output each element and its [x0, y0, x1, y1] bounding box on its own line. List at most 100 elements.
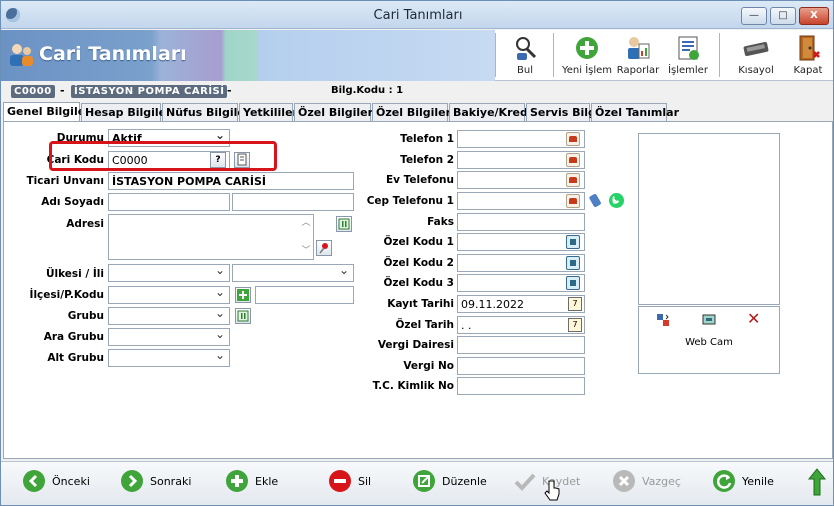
swap-icon[interactable]: [655, 312, 671, 328]
first-name-input[interactable]: [108, 193, 230, 211]
phone-icon[interactable]: [566, 132, 580, 146]
scroll-top-icon[interactable]: [807, 467, 827, 497]
tax-number-input[interactable]: [457, 357, 585, 375]
special-date-input[interactable]: . .: [457, 316, 585, 334]
next-label: Sonraki: [150, 475, 192, 488]
tab-hesap-bilgileri[interactable]: Hesap Bilgileri: [81, 103, 175, 122]
photo-area[interactable]: [638, 133, 780, 305]
main-window: Cari Tanımları — □ X Cari Tanımları Bul: [0, 0, 834, 506]
plus-icon: [226, 470, 248, 492]
new-transaction-label: Yeni İşlem: [561, 65, 613, 76]
tab-bakiye-kredi[interactable]: Bakiye/Kredi: [449, 103, 532, 122]
tab-servis-bilg[interactable]: Servis Bilg.: [526, 103, 600, 122]
operations-button[interactable]: İşlemler: [665, 32, 711, 79]
add-icon: [576, 37, 598, 59]
close-form-button[interactable]: Kapat: [787, 32, 829, 79]
cancel-label: Vazgeç: [642, 475, 681, 488]
tab-label: Servis Bilg.: [530, 106, 601, 119]
calendar-icon[interactable]: [568, 318, 582, 332]
refresh-label: Yenile: [742, 475, 774, 488]
tax-office-input[interactable]: [457, 336, 585, 354]
trade-name-input[interactable]: İSTASYON POMPA CARİSİ: [108, 172, 354, 190]
close-form-label: Kapat: [793, 65, 823, 76]
tax-number-label: Vergi No: [403, 360, 454, 372]
shortcut-button[interactable]: Kısayol: [733, 32, 779, 79]
add-district-icon[interactable]: [235, 287, 251, 303]
tab-label: Yetkililer: [243, 106, 298, 119]
close-button[interactable]: X: [799, 7, 829, 25]
bilg-kodu-text: Bilg.Kodu : 1: [331, 85, 404, 96]
cancel-icon: [613, 470, 635, 492]
find-button[interactable]: Bul: [504, 32, 546, 79]
address-label: Adresi: [66, 218, 104, 230]
tax-office-label: Vergi Dairesi: [377, 339, 454, 351]
toolbar-separator: [719, 33, 721, 77]
tab-nufus-bilgileri[interactable]: Nüfus Bilgileri: [162, 103, 254, 122]
lookup-card-icon[interactable]: [566, 276, 580, 290]
edit-icon: [413, 470, 435, 492]
country-select[interactable]: [108, 264, 230, 282]
header-banner: Cari Tanımları: [1, 30, 495, 81]
group-select[interactable]: [108, 307, 230, 325]
sms-icon[interactable]: [588, 192, 604, 208]
minimize-button[interactable]: —: [741, 7, 767, 25]
search-person-icon: [516, 37, 537, 60]
tab-label: Genel Bilgiler: [7, 105, 91, 118]
special-date-label: Özel Tarih: [395, 319, 454, 331]
home-phone-label: Ev Telefonu: [385, 174, 454, 186]
lookup-card-icon[interactable]: [566, 256, 580, 270]
report-icon: [628, 37, 650, 59]
tab-yetkililer[interactable]: Yetkililer: [239, 103, 298, 122]
group-label: Grubu: [67, 310, 104, 322]
customer-icon: [10, 44, 33, 66]
address-textarea[interactable]: ︿ ﹀: [108, 214, 314, 260]
phone1-label: Telefon 1: [400, 133, 454, 145]
separator-dash: -: [227, 84, 232, 97]
toolbar-separator: [553, 33, 555, 77]
address-scrollbar[interactable]: ︿ ﹀: [300, 216, 312, 258]
webcam-box: ✕ Web Cam: [638, 306, 780, 374]
phone-icon[interactable]: [566, 153, 580, 167]
fax-input[interactable]: [457, 213, 585, 231]
lower-group-select[interactable]: [108, 349, 230, 367]
mouse-cursor-icon: [544, 480, 560, 501]
national-id-input[interactable]: [457, 377, 585, 395]
phone-icon[interactable]: [566, 173, 580, 187]
edit-label: Düzenle: [442, 475, 487, 488]
arrow-left-icon: [23, 470, 45, 492]
general-info-panel: Durumu Aktif Cari Kodu C0000 ? Ticari Un…: [3, 121, 833, 459]
highlight-box: [49, 141, 277, 171]
tab-ozel-bilgiler-1[interactable]: Özel Bilgiler 1: [294, 103, 385, 122]
record-date-input[interactable]: 09.11.2022: [457, 295, 585, 313]
phone2-label: Telefon 2: [400, 154, 454, 166]
tab-ozel-tanimlar[interactable]: Özel Tanımlar: [591, 103, 679, 122]
record-name-badge: İSTASYON POMPA CARİSİ: [71, 85, 228, 98]
operations-label: İşlemler: [668, 65, 708, 76]
shortcut-label: Kısayol: [738, 65, 774, 76]
phone-icon[interactable]: [566, 194, 580, 208]
national-id-label: T.C. Kimlik No: [372, 380, 454, 392]
group-list-icon[interactable]: [235, 308, 251, 324]
reports-button[interactable]: Raporlar: [615, 32, 661, 79]
special-code3-label: Özel Kodu 3: [383, 277, 454, 289]
remove-photo-icon[interactable]: ✕: [747, 309, 760, 328]
record-date-label: Kayıt Tarihi: [387, 298, 454, 310]
calendar-icon[interactable]: [568, 297, 582, 311]
sub-group-select[interactable]: [108, 328, 230, 346]
lookup-card-icon[interactable]: [566, 235, 580, 249]
refresh-icon: [713, 470, 735, 492]
special-code2-label: Özel Kodu 2: [383, 257, 454, 269]
mobile-phone-label: Cep Telefonu 1: [366, 195, 454, 207]
reports-label: Raporlar: [616, 65, 660, 76]
district-select[interactable]: [108, 286, 230, 304]
webcam-icon[interactable]: [701, 312, 717, 328]
pin-icon[interactable]: [316, 240, 332, 256]
checkmark-icon: [513, 470, 536, 492]
footer-toolbar: Önceki Sonraki Ekle Sil Düzenle Kaydet V…: [1, 461, 833, 505]
tab-ozel-bilgiler-2[interactable]: Özel Bilgiler 2: [372, 103, 463, 122]
separator-dash: -: [60, 84, 65, 97]
tab-genel-bilgiler[interactable]: Genel Bilgiler: [3, 102, 91, 122]
new-transaction-button[interactable]: Yeni İşlem: [561, 32, 613, 79]
maximize-button[interactable]: □: [770, 7, 796, 25]
whatsapp-icon[interactable]: [608, 192, 625, 209]
